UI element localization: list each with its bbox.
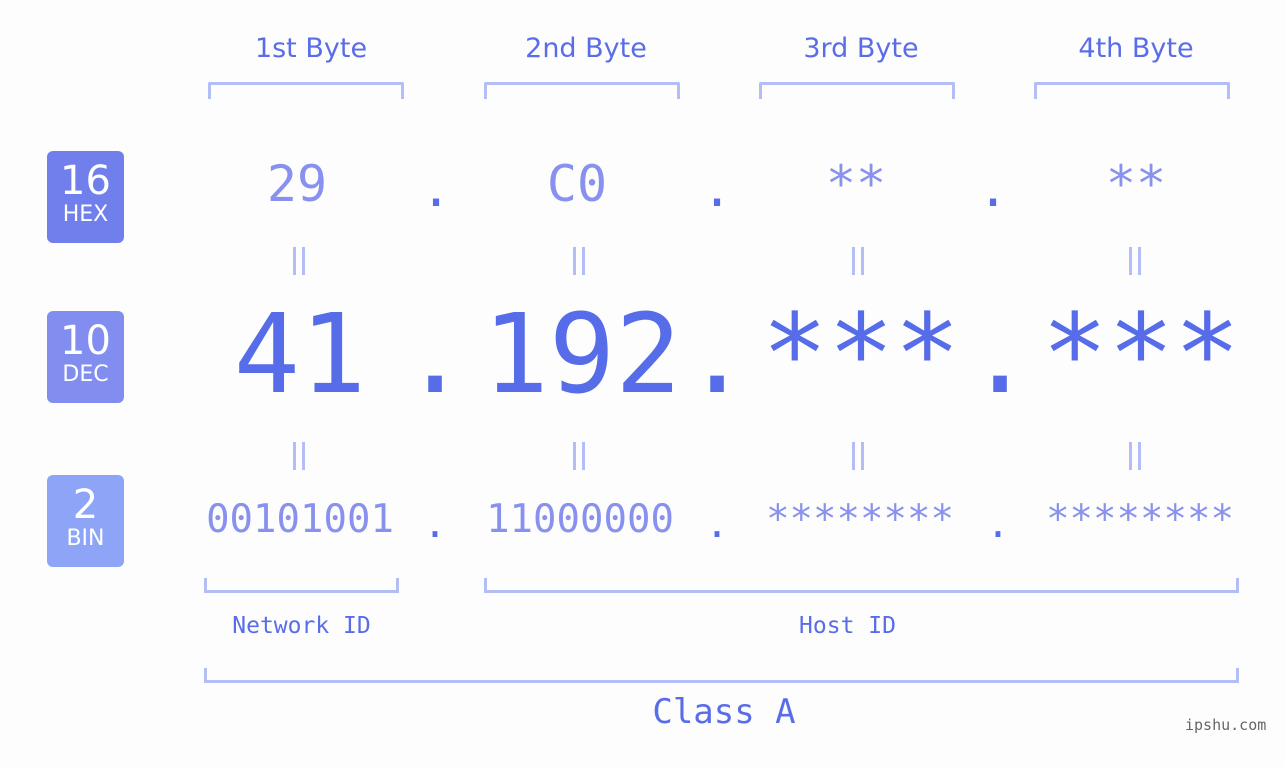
bin-badge: 2 BIN	[47, 475, 124, 567]
dec-byte-1: 41	[233, 290, 367, 418]
network-id-label: Network ID	[232, 613, 371, 639]
hex-dot-1: .	[420, 160, 452, 218]
dec-badge: 10 DEC	[47, 311, 124, 403]
bin-badge-number: 2	[72, 482, 99, 528]
equals-icon	[573, 247, 585, 275]
equals-icon	[852, 247, 864, 275]
dec-byte-3: ***	[761, 290, 961, 418]
hex-byte-4: **	[1105, 155, 1167, 213]
equals-icon	[1129, 247, 1141, 275]
byte-header-1: 1st Byte	[254, 33, 368, 64]
host-id-bracket	[484, 578, 1239, 593]
hex-dot-3: .	[977, 160, 1009, 218]
byte-bracket-2	[484, 82, 680, 99]
hex-badge-number: 16	[60, 158, 111, 204]
equals-icon	[1129, 442, 1141, 470]
equals-icon	[852, 442, 864, 470]
network-id-bracket	[204, 578, 399, 593]
equals-icon	[293, 442, 305, 470]
dec-dot-3: .	[967, 290, 1034, 418]
byte-header-3: 3rd Byte	[803, 33, 919, 64]
byte-bracket-3	[759, 82, 955, 99]
bin-byte-3: ********	[766, 497, 954, 542]
class-bracket	[204, 668, 1239, 683]
hex-byte-1: 29	[266, 155, 328, 213]
hex-byte-2: C0	[546, 155, 608, 213]
bin-byte-2: 11000000	[486, 497, 674, 542]
dec-dot-2: .	[684, 290, 751, 418]
bin-byte-1: 00101001	[206, 497, 394, 542]
host-id-label: Host ID	[799, 613, 896, 639]
bin-byte-4: ********	[1046, 497, 1234, 542]
hex-byte-3: **	[825, 155, 887, 213]
bin-badge-label: BIN	[66, 526, 105, 551]
equals-icon	[293, 247, 305, 275]
hex-dot-2: .	[701, 160, 733, 218]
byte-bracket-1	[208, 82, 404, 99]
watermark: ipshu.com	[1185, 716, 1267, 734]
hex-badge-label: HEX	[62, 202, 109, 227]
dec-byte-4: ***	[1041, 290, 1241, 418]
bin-dot-3: .	[986, 502, 1010, 547]
equals-icon	[573, 442, 585, 470]
hex-badge: 16 HEX	[47, 151, 124, 243]
byte-header-4: 4th Byte	[1078, 33, 1194, 64]
dec-badge-number: 10	[60, 318, 111, 364]
dec-byte-2: 192	[482, 290, 682, 418]
byte-bracket-4	[1034, 82, 1230, 99]
dec-dot-1: .	[402, 290, 469, 418]
byte-header-2: 2nd Byte	[525, 33, 647, 64]
bin-dot-2: .	[705, 502, 729, 547]
bin-dot-1: .	[423, 502, 447, 547]
class-label: Class A	[652, 692, 796, 732]
dec-badge-label: DEC	[62, 362, 109, 387]
